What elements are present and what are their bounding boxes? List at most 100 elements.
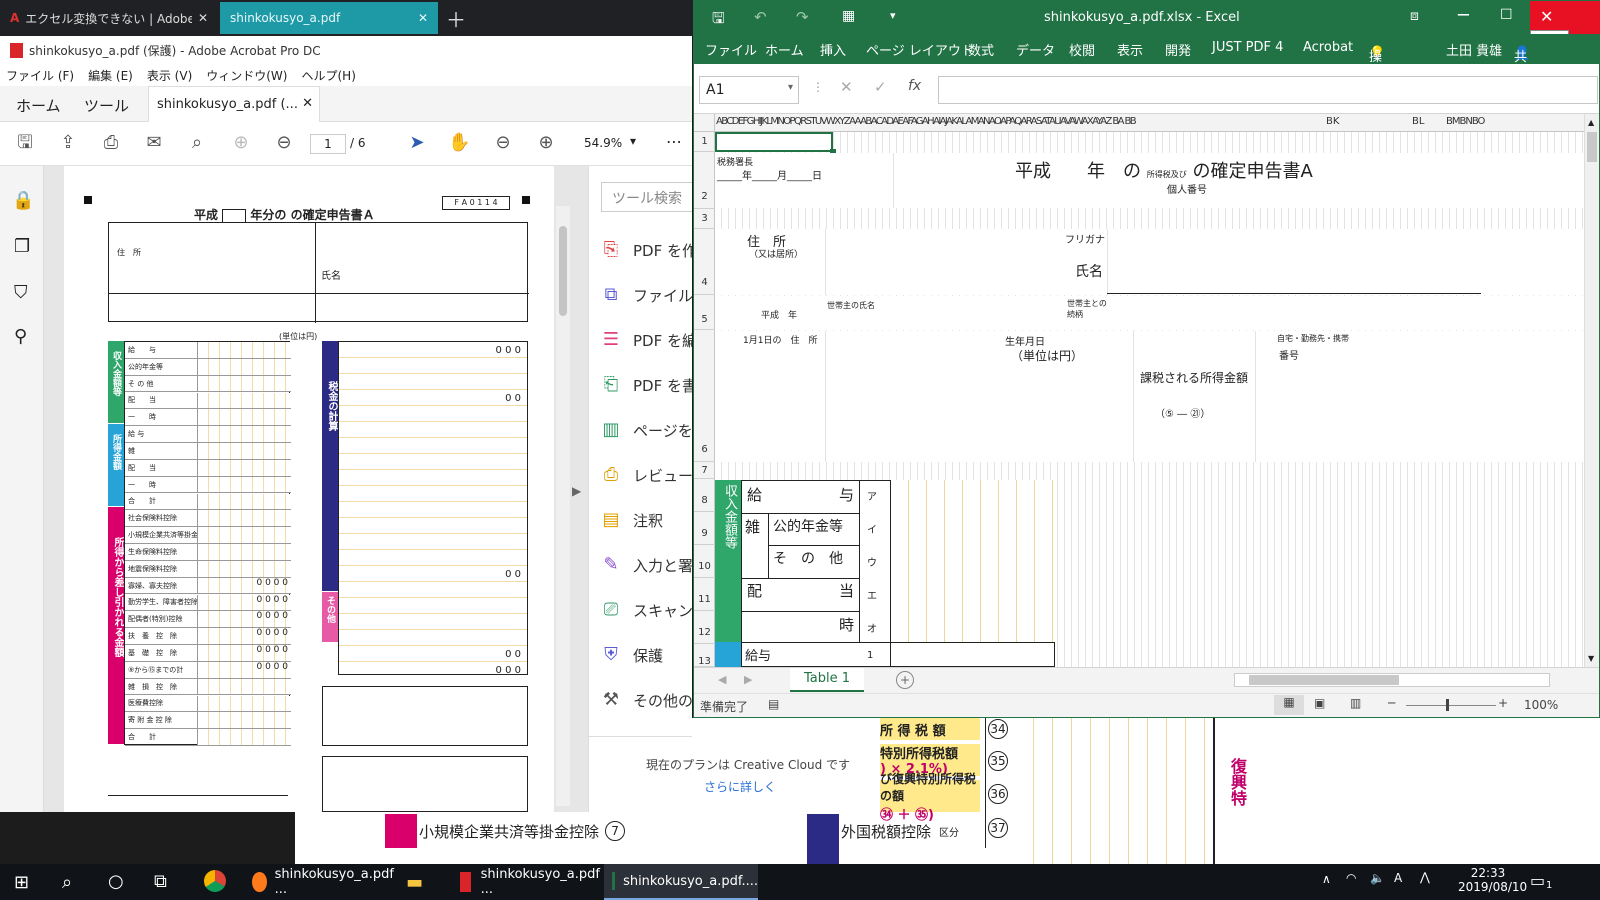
pages-icon[interactable]: ❐ (14, 236, 30, 257)
tab-home[interactable]: ホーム (16, 95, 61, 116)
close-icon[interactable]: ✕ (198, 11, 208, 25)
pdf-row-amount[interactable] (197, 544, 291, 560)
insert-function-icon[interactable]: fx (908, 78, 921, 94)
ribbon-tab-review[interactable]: 校閲 (1069, 40, 1095, 59)
bookmark-icon[interactable]: ⛉ (14, 282, 28, 303)
tool-export-pdf[interactable]: ⎗ PDF を書 (599, 373, 692, 397)
menu-help[interactable]: ヘルプ(H) (301, 67, 355, 84)
sheet-tab[interactable]: Table 1 (790, 668, 864, 692)
ribbon-tab-home[interactable]: ホーム (765, 40, 804, 59)
tool-more[interactable]: ⚒ その他の (599, 688, 692, 712)
customize-icon[interactable]: ▾ (890, 9, 896, 22)
ribbon-tab-just-pdf[interactable]: JUST PDF 4 (1212, 40, 1283, 55)
normal-view-icon[interactable]: ▦ (1274, 695, 1304, 715)
close-button[interactable]: ✕ 閉じる (1530, 1, 1600, 48)
zoom-level[interactable]: 100% (1524, 698, 1558, 712)
chrome-icon[interactable] (204, 870, 226, 892)
pdf-row-amount[interactable] (197, 560, 291, 577)
taskbar-acrobat[interactable]: shinkokusyo_a.pdf ... (450, 864, 600, 900)
enter-icon[interactable]: ✓ (874, 78, 887, 96)
taskbar-firefox[interactable]: shinkokusyo_a.pdf ... (244, 864, 394, 900)
menu-edit[interactable]: 編集 (E) (88, 67, 133, 84)
ribbon-tab-insert[interactable]: 挿入 (820, 40, 846, 59)
new-tab-icon[interactable]: ＋ (446, 4, 466, 33)
acrobat-tray-icon[interactable]: ⋀ (1420, 870, 1430, 884)
row-header[interactable]: 7 (694, 462, 715, 479)
pdf-row-amount[interactable] (197, 712, 291, 729)
page-break-icon[interactable]: ▥ (1350, 696, 1361, 710)
ribbon-tab-acrobat[interactable]: Acrobat (1303, 40, 1353, 55)
tool-edit-pdf[interactable]: ☰ PDF を編 (599, 328, 692, 352)
zoom-out-icon[interactable]: ─ (1388, 696, 1395, 710)
ribbon-display-icon[interactable]: ⧈ (1410, 8, 1419, 24)
pdf-row-amount[interactable]: 0 0 0 0 (197, 628, 291, 644)
tool-combine[interactable]: ⧉ ファイル (599, 283, 692, 307)
pdf-row-amount[interactable]: 0 0 0 0 (197, 577, 291, 594)
row-header[interactable]: 10 (694, 545, 715, 578)
pdf-row-amount[interactable] (197, 358, 291, 375)
maximize-icon[interactable]: ☐ (1500, 7, 1513, 23)
pdf-row-amount[interactable] (197, 510, 291, 527)
pdf-row-amount[interactable] (197, 493, 291, 510)
pdf-row-amount[interactable] (197, 695, 291, 712)
plan-link[interactable]: さらに詳しく (704, 778, 776, 795)
pdf-row-amount[interactable] (197, 527, 291, 543)
pdf-row-amount[interactable] (197, 375, 291, 392)
user-name[interactable]: 土田 貴雄 (1446, 40, 1502, 59)
file-explorer-icon[interactable]: ▬ (406, 872, 423, 893)
browser-tab[interactable]: A エクセル変換できない | Adobe Co ✕ (0, 2, 218, 34)
select-cursor-icon[interactable]: ➤ (406, 132, 428, 154)
task-view-icon[interactable]: ⧉ (154, 871, 167, 892)
formula-input[interactable] (938, 76, 1598, 104)
pdf-row-amount[interactable] (197, 729, 291, 745)
tab-document[interactable]: shinkokusyo_a.pdf (... ✕ (148, 86, 320, 122)
tool-scan[interactable]: ⎚ スキャン (599, 598, 692, 622)
pdf-row-amount[interactable] (197, 342, 291, 358)
add-sheet-icon[interactable]: + (896, 671, 914, 689)
tool-protect[interactable]: ⛨ 保護 (599, 643, 663, 667)
scrollbar-thumb[interactable] (559, 226, 567, 316)
chevron-down-icon[interactable]: ▾ (788, 82, 793, 93)
close-icon[interactable]: ✕ (302, 96, 313, 111)
pdf-view-area[interactable]: 平成 年分の の確定申告書Ａ F A 0 1 1 4 住 所 氏名 (単位は円)… (44, 166, 588, 812)
browser-tab-active[interactable]: shinkokusyo_a.pdf ✕ (220, 2, 438, 34)
ime-icon[interactable]: A (1394, 871, 1402, 885)
pdf-row-amount[interactable]: 0 0 0 0 (197, 661, 291, 678)
search-icon[interactable]: ⌕ (62, 872, 72, 893)
tool-create-pdf[interactable]: ⎘ PDF を作 (599, 238, 692, 262)
row-header[interactable]: 1 (694, 132, 715, 152)
upload-icon[interactable]: ⇪ (57, 132, 79, 154)
macro-record-icon[interactable]: ▤ (768, 697, 779, 711)
lock-icon[interactable]: 🔒 (12, 190, 34, 211)
expand-right-icon[interactable]: ▶ (572, 484, 581, 498)
form-icon[interactable]: ▦ (842, 8, 855, 24)
tool-fill-sign[interactable]: ✎ 入力と署 (599, 553, 692, 577)
row-header[interactable]: 11 (694, 578, 715, 611)
vertical-scrollbar[interactable]: ▲ ▼ (1584, 114, 1599, 667)
pdf-row-amount[interactable] (197, 392, 291, 409)
menu-view[interactable]: 表示 (V) (147, 67, 192, 84)
page-number-input[interactable]: 1 (310, 134, 346, 154)
zoom-slider-thumb[interactable] (1446, 699, 1449, 711)
save-icon[interactable]: 🖫 (712, 8, 725, 33)
menu-file[interactable]: ファイル (F) (6, 67, 74, 84)
volume-icon[interactable]: 🔈 (1370, 871, 1385, 885)
prev-sheet-icon[interactable]: ◀ (718, 673, 726, 686)
chevron-down-icon[interactable]: ▾ (630, 134, 636, 148)
page-down-icon[interactable]: ⊖ (273, 132, 295, 154)
tool-organize[interactable]: ▥ ページを (599, 418, 692, 442)
ribbon-tab-data[interactable]: データ (1016, 40, 1055, 59)
windows-start-icon[interactable]: ⊞ (14, 872, 29, 893)
redo-icon[interactable]: ↷ (796, 8, 809, 26)
tool-review[interactable]: ⎙ レビュー (599, 463, 692, 487)
network-icon[interactable]: ◠ (1346, 871, 1356, 885)
clock[interactable]: 22:33 2019/08/10 (1458, 866, 1527, 894)
tool-comment[interactable]: ▤ 注釈 (599, 508, 663, 532)
row-header[interactable]: 3 (694, 209, 715, 229)
pdf-row-amount[interactable] (197, 476, 291, 493)
pdf-row-amount[interactable] (197, 443, 291, 459)
scrollbar-thumb[interactable] (1587, 132, 1597, 162)
pdf-row-amount[interactable] (197, 409, 291, 426)
notification-icon[interactable]: ▭ (1530, 871, 1545, 890)
tab-tools[interactable]: ツール (84, 95, 129, 116)
